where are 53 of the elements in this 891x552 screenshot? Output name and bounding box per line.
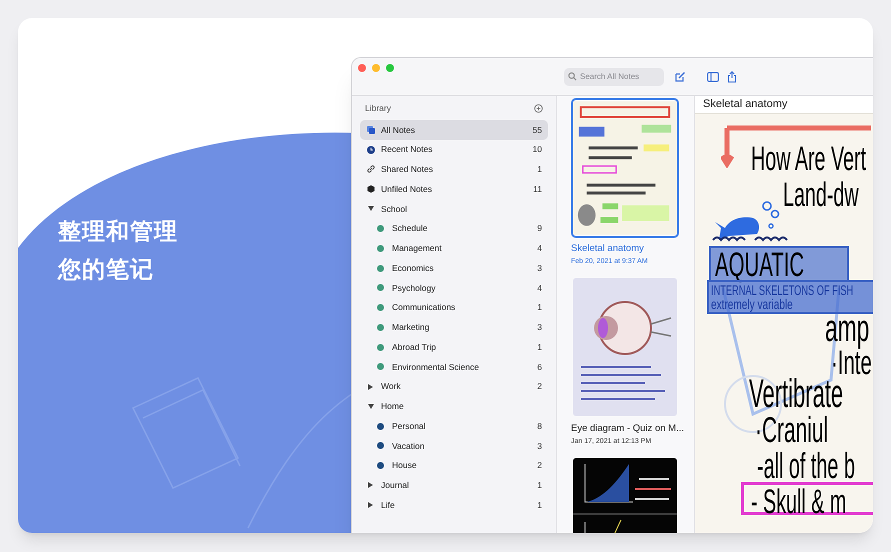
sidebar-item[interactable]: Vacation 3 [360,436,548,456]
sidebar-item[interactable]: Economics 3 [360,258,548,278]
headline-text: 您的笔记 [58,255,155,284]
search-icon [568,72,577,81]
handwritten-text: Land-dw [783,178,859,212]
sidebar-item[interactable]: Unfiled Notes 11 [360,179,548,199]
note-title: Eye diagram - Quiz on M... [571,422,685,436]
disclosure-open-icon[interactable] [368,206,374,212]
headline-text: 整理和管理 [58,217,179,246]
sidebar-item[interactable]: Recent Notes 10 [360,140,548,160]
handwritten-text: extremely variable [711,297,793,311]
sidebar-item[interactable]: Environmental Science 6 [360,357,548,377]
handwritten-text: AQUATIC [715,248,804,282]
sidebar-item[interactable]: Abroad Trip 1 [360,337,548,357]
notes-icon [366,126,374,134]
compose-icon[interactable] [674,70,686,82]
disclosure-closed-icon[interactable] [368,482,373,488]
handwritten-text: Vertibrate [749,374,844,414]
sidebar-item[interactable]: Personal 8 [360,416,548,436]
disclosure-open-icon[interactable] [368,404,374,409]
sidebar-item[interactable]: Life 1 [360,495,548,515]
search-field[interactable]: Search All Notes [564,68,664,86]
sidebar-item[interactable]: School [360,199,548,219]
search-input: Search All Notes [580,70,660,82]
sidebar-item[interactable]: All Notes 55 [360,120,548,140]
sidebar-item[interactable]: Communications 1 [360,298,548,318]
handwritten-text: - Skull & m [751,485,846,519]
sidebar-item[interactable]: Schedule 9 [360,218,548,238]
close-button[interactable] [358,64,366,72]
link-icon [366,165,374,174]
sidebar-icon[interactable] [707,72,719,82]
handwritten-text: ·Craniul [755,412,828,448]
disclosure-closed-icon[interactable] [368,502,373,508]
handwritten-text: How Are Vert [751,142,866,176]
sidebar-item[interactable]: Work 2 [360,376,548,396]
sidebar-item[interactable]: Home [360,396,548,416]
sidebar-item[interactable]: Management 4 [360,238,548,258]
note-title: Skeletal anatomy [703,97,788,112]
sidebar-item[interactable]: Shared Notes 1 [360,160,548,180]
sidebar-item[interactable]: Psychology 4 [360,278,548,298]
add-icon[interactable] [534,104,543,112]
handwritten-text: INTERNAL SKELETONS OF FISH [711,283,854,297]
handwritten-text: amp [825,310,870,348]
section-header: Library [365,102,391,114]
sidebar-item[interactable]: Marketing 3 [360,318,548,338]
share-icon[interactable] [727,70,737,82]
clock-icon [366,146,374,154]
sidebar-item[interactable]: House 2 [360,456,548,476]
sidebar-item[interactable]: Journal 1 [360,476,548,496]
disclosure-closed-icon[interactable] [368,384,373,390]
note-title: Skeletal anatomy [571,242,645,256]
box-icon [366,185,374,194]
handwritten-text: -all of the b [757,448,855,484]
